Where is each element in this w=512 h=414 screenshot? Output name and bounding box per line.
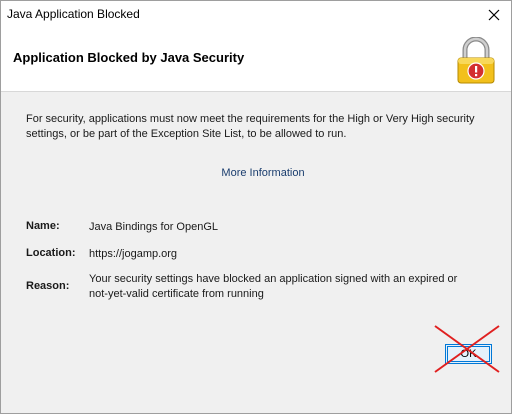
dialog-header: Application Blocked by Java Security [1,29,511,92]
name-label: Name: [26,220,60,232]
location-value: https://jogamp.org [89,248,178,260]
dialog-content: For security, applications must now meet… [1,92,511,413]
close-button[interactable] [477,1,511,29]
more-information-link-container: More Information [1,167,512,179]
location-label: Location: [26,247,76,259]
name-value: Java Bindings for OpenGL [89,221,219,233]
close-icon [488,9,500,21]
padlock-warning-icon [457,37,495,84]
dialog-window: Java Application Blocked Application Blo… [0,0,512,414]
title-bar: Java Application Blocked [1,1,511,29]
more-information-link[interactable]: More Information [221,167,304,179]
reason-value: Your security settings have blocked an a… [89,273,458,300]
header-title: Application Blocked by Java Security [13,50,245,65]
reason-label: Reason: [26,280,70,292]
description-text: For security, applications must now meet… [26,113,475,140]
ok-button[interactable]: OK [445,344,492,364]
window-title: Java Application Blocked [7,7,140,21]
